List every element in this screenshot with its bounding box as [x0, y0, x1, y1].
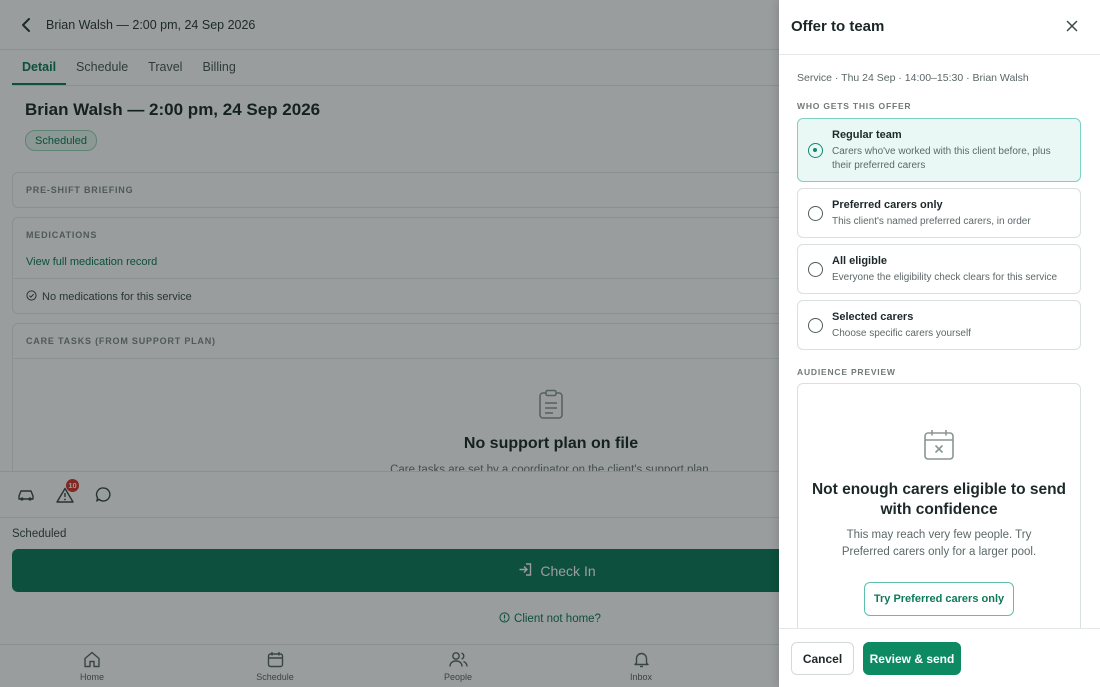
drawer-header: Offer to team — [779, 0, 1100, 55]
try-preferred-carers-button[interactable]: Try Preferred carers only — [864, 582, 1014, 616]
app-root: Brian Walsh — 2:00 pm, 24 Sep 2026 Detai… — [0, 0, 1100, 687]
radio-unselected[interactable] — [808, 318, 823, 333]
service-summary: Service · Thu 24 Sep · 14:00–15:30 · Bri… — [797, 72, 1029, 84]
option-description: This client's named preferred carers, in… — [832, 216, 1031, 227]
radio-selected[interactable] — [808, 143, 823, 158]
drawer-body: Service · Thu 24 Sep · 14:00–15:30 · Bri… — [779, 56, 1100, 628]
drawer-title: Offer to team — [791, 18, 885, 35]
calendar-x-icon — [923, 428, 955, 466]
option-description: Choose specific carers yourself — [832, 328, 971, 339]
preview-warning-title: Not enough carers eligible to send with … — [811, 481, 1067, 518]
option-all-eligible[interactable]: All eligible Everyone the eligibility ch… — [797, 244, 1081, 294]
radio-unselected[interactable] — [808, 206, 823, 221]
option-title: Selected carers — [832, 311, 914, 323]
option-title: Preferred carers only — [832, 199, 943, 211]
option-title: All eligible — [832, 255, 888, 267]
offer-to-team-drawer: Offer to team Service · Thu 24 Sep · 14:… — [779, 0, 1100, 687]
option-title: Regular team — [832, 129, 902, 141]
audience-preview-card: Not enough carers eligible to send with … — [797, 383, 1081, 628]
drawer-footer: Cancel Review & send — [779, 628, 1100, 687]
audience-preview-label: AUDIENCE PREVIEW — [797, 367, 896, 377]
option-preferred-carers[interactable]: Preferred carers only This client's name… — [797, 188, 1081, 238]
close-icon[interactable] — [1064, 18, 1080, 34]
option-description: Carers who've worked with this client be… — [832, 146, 1051, 171]
cancel-button[interactable]: Cancel — [791, 642, 854, 675]
who-gets-offer-label: WHO GETS THIS OFFER — [797, 101, 912, 111]
radio-unselected[interactable] — [808, 262, 823, 277]
review-send-button[interactable]: Review & send — [863, 642, 961, 675]
preview-warning-text: This may reach very few people. Try Pref… — [841, 529, 1037, 558]
option-description: Everyone the eligibility check clears fo… — [832, 272, 1058, 283]
option-regular-team[interactable]: Regular team Carers who've worked with t… — [797, 118, 1081, 182]
option-selected-carers[interactable]: Selected carers Choose specific carers y… — [797, 300, 1081, 350]
